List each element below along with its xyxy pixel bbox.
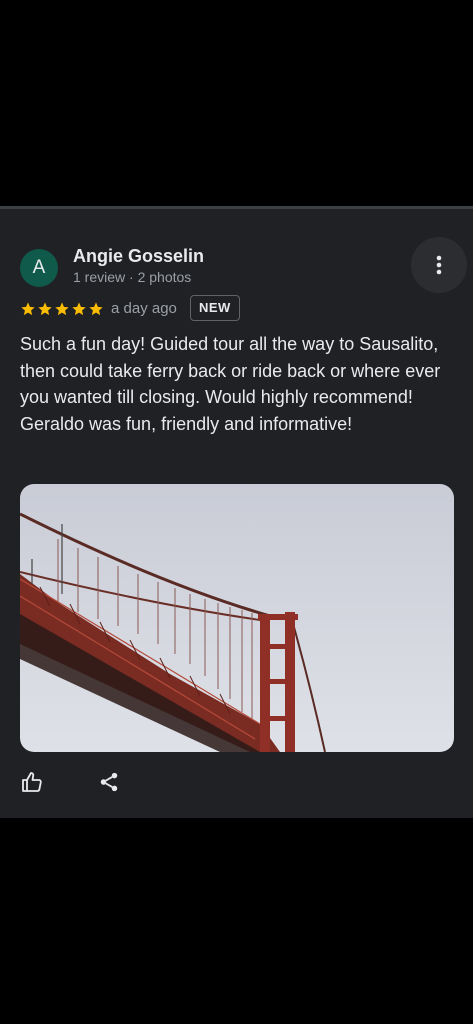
review-photo[interactable] xyxy=(20,484,454,752)
new-badge: NEW xyxy=(190,295,240,321)
author-meta: 1 review · 2 photos xyxy=(73,269,192,285)
star-icon xyxy=(38,302,52,316)
like-button[interactable] xyxy=(16,766,48,798)
review-text: Such a fun day! Guided tour all the way … xyxy=(20,334,441,434)
star-icon xyxy=(55,302,69,316)
thumbs-up-icon xyxy=(22,772,42,792)
share-icon xyxy=(100,772,118,792)
star-rating xyxy=(20,298,105,320)
share-button[interactable] xyxy=(93,766,125,798)
more-options-button[interactable] xyxy=(411,237,467,293)
avatar[interactable]: A xyxy=(20,249,58,287)
avatar-letter: A xyxy=(32,257,46,278)
star-icon xyxy=(21,302,35,316)
golden-gate-bridge-photo xyxy=(20,484,454,752)
author-name[interactable]: Angie Gosselin xyxy=(73,246,204,267)
review-time: a day ago xyxy=(111,300,177,317)
star-icon xyxy=(89,302,103,316)
star-icon xyxy=(72,302,86,316)
review-card: A Angie Gosselin 1 review · 2 photos a d… xyxy=(0,206,473,818)
more-vert-icon xyxy=(436,255,442,275)
